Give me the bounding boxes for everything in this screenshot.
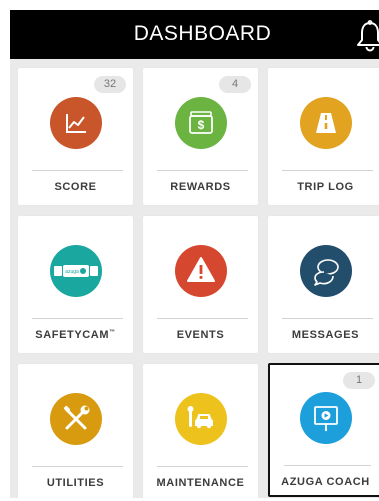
tile-label: REWARDS	[170, 181, 231, 193]
tile-divider	[32, 318, 123, 319]
tile-label: AZUGA COACH	[281, 476, 370, 488]
warning-icon	[175, 245, 227, 297]
tile-label: EVENTS	[176, 329, 225, 341]
tile-rewards[interactable]: 4 $ REWARDS	[143, 68, 258, 205]
video-screen-icon	[300, 392, 352, 444]
tile-messages[interactable]: MESSAGES	[268, 216, 379, 353]
tile-divider	[157, 318, 248, 319]
camera-brand-text: azuga	[65, 269, 79, 275]
tile-label: SCORE	[54, 181, 97, 193]
tile-azuga-coach[interactable]: 1 AZUGA COACH	[268, 363, 379, 497]
tile-divider	[282, 170, 373, 171]
tile-safetycam[interactable]: azuga SAFETYCAM™	[18, 216, 133, 353]
chat-bubbles-icon	[300, 245, 352, 297]
road-icon	[300, 97, 352, 149]
wallet-dollar-icon: $	[175, 97, 227, 149]
tile-divider	[284, 465, 371, 466]
car-wrench-icon	[175, 393, 227, 445]
page-title: DASHBOARD	[133, 22, 272, 45]
tile-divider	[157, 170, 248, 171]
tile-label: UTILITIES	[46, 477, 105, 489]
notification-badge: 4	[219, 76, 251, 93]
notification-badge: 1	[343, 372, 375, 389]
tile-divider	[32, 466, 123, 467]
tile-label: MESSAGES	[291, 329, 360, 341]
notification-badge: 32	[94, 76, 126, 93]
tile-label: SAFETYCAM™	[35, 329, 116, 341]
tools-icon	[50, 393, 102, 445]
tile-trip-log[interactable]: TRIP LOG	[268, 68, 379, 205]
svg-text:$: $	[198, 118, 205, 132]
dashboard-header: DASHBOARD	[10, 10, 379, 59]
line-chart-icon	[50, 97, 102, 149]
trademark-mark: ™	[109, 329, 116, 336]
tile-score[interactable]: 32 SCORE	[18, 68, 133, 205]
tile-label: TRIP LOG	[297, 181, 354, 193]
bell-icon[interactable]	[355, 19, 379, 53]
tile-divider	[282, 318, 373, 319]
tile-divider	[32, 170, 123, 171]
tile-label: MAINTENANCE	[156, 477, 245, 489]
tile-utilities[interactable]: UTILITIES	[18, 364, 133, 501]
dashcam-icon: azuga	[50, 245, 102, 297]
tile-maintenance[interactable]: MAINTENANCE	[143, 364, 258, 501]
tile-divider	[157, 466, 248, 467]
tile-events[interactable]: EVENTS	[143, 216, 258, 353]
